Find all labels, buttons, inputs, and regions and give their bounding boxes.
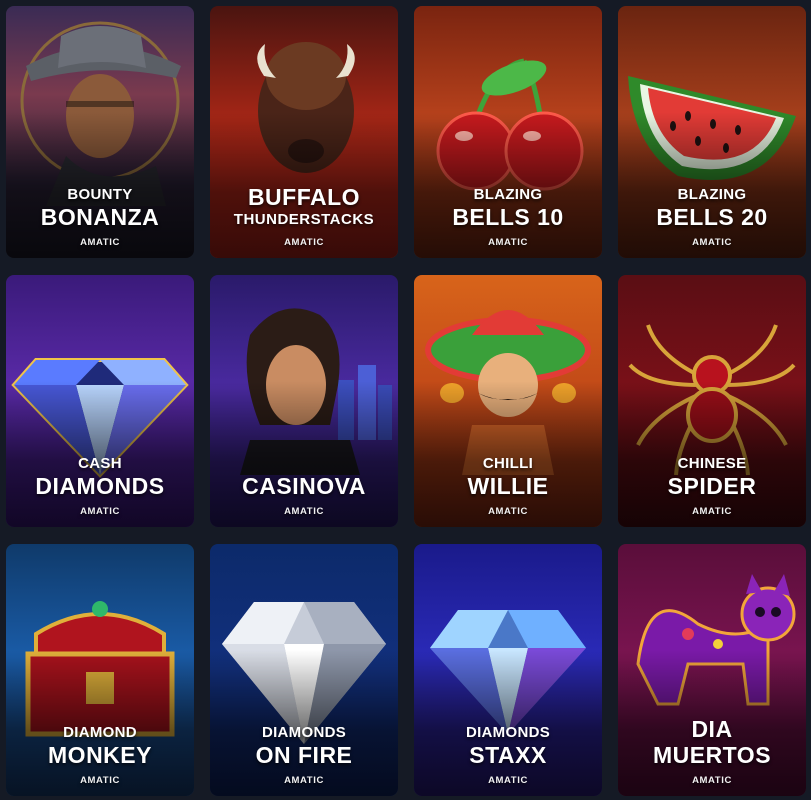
game-caption: CHILLI WILLIE AMATIC [414,455,602,517]
game-caption: CASH DIAMONDS AMATIC [6,455,194,517]
game-tile-chinese-spider[interactable]: CHINESE SPIDER AMATIC [618,275,806,527]
game-title-line2: THUNDERSTACKS [233,211,375,228]
game-tile-blazing-bells-10[interactable]: BLAZING BELLS 10 AMATIC [414,6,602,258]
game-provider: AMATIC [488,237,528,248]
game-title-line1: BLAZING [473,186,543,203]
game-title-line1: CASH [78,455,122,472]
game-title-line2: ON FIRE [255,742,353,768]
game-tile-dia-muertos[interactable]: DIA MUERTOS AMATIC [618,544,806,796]
game-title-line2: BONANZA [40,204,160,230]
game-title-line1: CHINESE [677,455,747,472]
game-caption: DIAMONDS STAXX AMATIC [414,724,602,786]
game-tile-diamond-monkey[interactable]: DIAMOND MONKEY AMATIC [6,544,194,796]
game-provider: AMATIC [692,237,732,248]
game-provider: AMATIC [80,775,120,786]
game-title-line2: MONKEY [48,742,152,768]
game-title-line1: BLAZING [677,186,747,203]
game-tile-casinova[interactable]: CASINOVA AMATIC [210,275,398,527]
game-tile-blazing-bells-20[interactable]: BLAZING BELLS 20 AMATIC [618,6,806,258]
game-grid: BOUNTY BONANZA AMATIC BUFFALO THUNDERSTA… [6,6,806,796]
game-title-line1: DIAMOND [63,724,137,741]
game-title-line1: BUFFALO [247,184,361,210]
game-tile-buffalo-thunderstacks[interactable]: BUFFALO THUNDERSTACKS AMATIC [210,6,398,258]
game-provider: AMATIC [692,506,732,517]
game-tile-diamonds-on-fire[interactable]: DIAMONDS ON FIRE AMATIC [210,544,398,796]
game-caption: BUFFALO THUNDERSTACKS AMATIC [210,184,398,248]
game-caption: CASINOVA AMATIC [210,473,398,517]
game-caption: BLAZING BELLS 10 AMATIC [414,186,602,248]
game-provider: AMATIC [80,506,120,517]
game-title-line2: DIAMONDS [35,473,165,499]
game-caption: DIAMONDS ON FIRE AMATIC [210,724,398,786]
game-caption: DIA MUERTOS AMATIC [618,716,806,786]
game-title-line1: CHILLI [482,455,534,472]
game-title-line2: MUERTOS [652,742,772,768]
game-provider: AMATIC [692,775,732,786]
game-tile-diamonds-staxx[interactable]: DIAMONDS STAXX AMATIC [414,544,602,796]
game-title-line2: STAXX [469,742,547,768]
game-tile-bounty-bonanza[interactable]: BOUNTY BONANZA AMATIC [6,6,194,258]
game-caption: BOUNTY BONANZA AMATIC [6,186,194,248]
game-title-line2: SPIDER [667,473,757,499]
game-title-line1: DIA [691,716,733,742]
game-title-line2: BELLS 20 [656,204,768,230]
game-title-line1: BOUNTY [67,186,133,203]
game-title-line2: WILLIE [467,473,549,499]
game-provider: AMATIC [284,775,324,786]
game-provider: AMATIC [488,506,528,517]
game-caption: BLAZING BELLS 20 AMATIC [618,186,806,248]
game-provider: AMATIC [80,237,120,248]
game-provider: AMATIC [284,506,324,517]
game-title-line1: DIAMONDS [261,724,347,741]
game-caption: CHINESE SPIDER AMATIC [618,455,806,517]
game-title-line2: BELLS 10 [452,204,564,230]
game-tile-chilli-willie[interactable]: CHILLI WILLIE AMATIC [414,275,602,527]
game-tile-cash-diamonds[interactable]: CASH DIAMONDS AMATIC [6,275,194,527]
game-caption: DIAMOND MONKEY AMATIC [6,724,194,786]
game-provider: AMATIC [284,237,324,248]
game-title-line2: CASINOVA [242,473,366,499]
game-provider: AMATIC [488,775,528,786]
game-title-line1: DIAMONDS [465,724,551,741]
